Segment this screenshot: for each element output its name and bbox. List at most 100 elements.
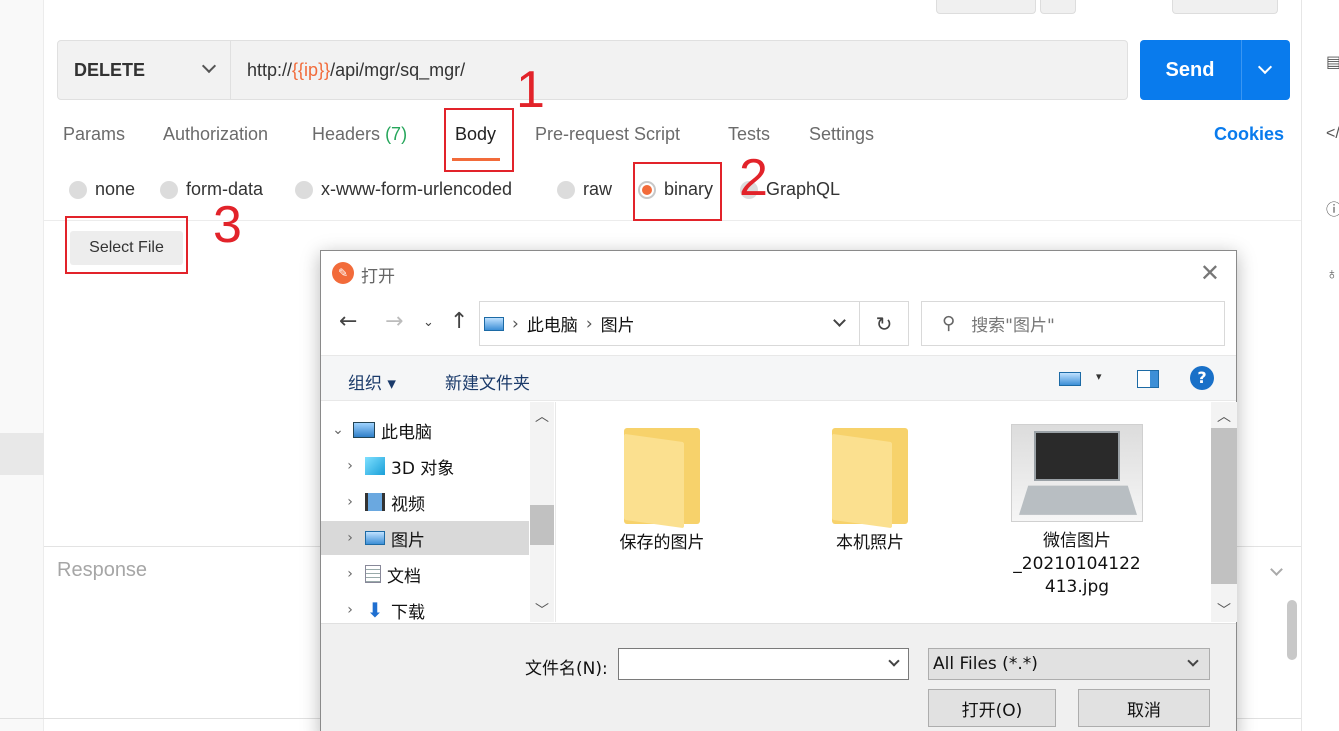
view-dropdown-icon[interactable]: ▾ bbox=[1096, 370, 1102, 383]
help-icon[interactable]: ? bbox=[1190, 366, 1214, 390]
tab-authorization[interactable]: Authorization bbox=[163, 124, 268, 145]
tree-item-pictures[interactable]: › 图片 bbox=[321, 521, 529, 555]
radio-none[interactable]: none bbox=[69, 179, 135, 200]
chevron-down-icon[interactable] bbox=[888, 655, 900, 667]
tree-item-documents[interactable]: › 文档 bbox=[321, 557, 529, 591]
search-input[interactable]: ⚲ 搜索"图片" bbox=[921, 301, 1225, 346]
tree-item-3d-objects[interactable]: › 3D 对象 bbox=[321, 449, 529, 483]
address-bar[interactable]: › 此电脑 › 图片 bbox=[479, 301, 909, 346]
open-button[interactable]: 打开(O) bbox=[928, 689, 1056, 727]
file-list: 保存的图片 本机照片 微信图片 _20210104122 413.jpg bbox=[557, 402, 1211, 622]
file-name-line-3: 413.jpg bbox=[1044, 577, 1110, 597]
refresh-icon[interactable]: ↻ bbox=[859, 301, 909, 346]
tree-item-this-pc[interactable]: ⌄ 此电脑 bbox=[321, 413, 529, 447]
top-toolbar-button[interactable] bbox=[936, 0, 1036, 14]
tree-label: 3D 对象 bbox=[391, 458, 455, 479]
close-icon[interactable]: ✕ bbox=[1200, 259, 1220, 287]
tree-label: 此电脑 bbox=[381, 422, 432, 443]
radio-raw[interactable]: raw bbox=[557, 179, 612, 200]
view-icon[interactable] bbox=[1059, 372, 1081, 386]
file-item-camera-roll[interactable]: 本机照片 bbox=[785, 402, 955, 555]
cookies-link[interactable]: Cookies bbox=[1214, 124, 1284, 145]
breadcrumb-pictures[interactable]: 图片 bbox=[601, 311, 635, 336]
send-divider bbox=[1241, 40, 1242, 100]
chevron-up-icon[interactable]: ︿ bbox=[535, 406, 549, 426]
cube-icon bbox=[365, 457, 385, 475]
up-arrow-icon[interactable]: ↑ bbox=[450, 309, 468, 334]
chevron-right-icon[interactable]: › bbox=[343, 530, 357, 546]
chevron-down-icon[interactable] bbox=[1257, 59, 1273, 75]
chevron-down-icon[interactable]: ⌄ bbox=[331, 422, 345, 438]
send-button[interactable]: Send bbox=[1140, 40, 1290, 100]
folder-icon bbox=[624, 428, 700, 529]
file-item-saved-pictures[interactable]: 保存的图片 bbox=[577, 402, 747, 555]
tab-headers-label: Headers bbox=[312, 124, 381, 144]
left-sidebar-selected-item[interactable] bbox=[0, 433, 44, 475]
method-label: DELETE bbox=[74, 59, 146, 80]
annotation-box-body bbox=[444, 108, 514, 172]
tab-tests[interactable]: Tests bbox=[728, 124, 770, 145]
chevron-down-icon[interactable] bbox=[1270, 563, 1283, 576]
top-toolbar-toggle[interactable] bbox=[1172, 0, 1278, 14]
dialog-footer: 文件名(N): All Files (*.*) 打开(O) 取消 bbox=[321, 623, 1236, 731]
chevron-up-icon[interactable]: ︿ bbox=[1217, 406, 1231, 426]
tab-params[interactable]: Params bbox=[63, 124, 125, 145]
file-list-scrollbar-thumb[interactable] bbox=[1211, 428, 1237, 584]
url-input[interactable]: http://{{ip}}/api/mgr/sq_mgr/ bbox=[231, 40, 1128, 100]
url-suffix: /api/mgr/sq_mgr/ bbox=[330, 59, 466, 80]
tree-scrollbar-thumb[interactable] bbox=[530, 505, 554, 545]
file-open-dialog: ✎ 打开 ✕ ← → ⌄ ↑ › 此电脑 › 图片 ↻ ⚲ 搜索"图片" 组织 … bbox=[320, 250, 1237, 731]
comment-icon[interactable]: ▤ bbox=[1326, 52, 1339, 72]
radio-label: raw bbox=[583, 179, 613, 199]
preview-pane-icon[interactable] bbox=[1137, 370, 1159, 388]
new-folder-button[interactable]: 新建文件夹 bbox=[445, 369, 530, 394]
tab-headers[interactable]: Headers (7) bbox=[312, 124, 407, 145]
method-select[interactable]: DELETE bbox=[57, 40, 231, 100]
tree-item-downloads[interactable]: › ⬇ 下载 bbox=[321, 593, 529, 627]
tree-item-videos[interactable]: › 视频 bbox=[321, 485, 529, 519]
tree-label: 图片 bbox=[391, 530, 425, 551]
file-type-select[interactable]: All Files (*.*) bbox=[928, 648, 1210, 680]
radio-label: GraphQL bbox=[766, 179, 841, 199]
annotation-number-2: 2 bbox=[739, 149, 768, 207]
lightbulb-icon[interactable]: ♁ bbox=[1326, 266, 1339, 286]
recent-dropdown-icon[interactable]: ⌄ bbox=[423, 315, 434, 330]
file-name: 保存的图片 bbox=[619, 533, 705, 553]
tab-pre-request-script[interactable]: Pre-request Script bbox=[535, 124, 680, 145]
file-name: 本机照片 bbox=[836, 533, 904, 553]
dialog-toolbar: 组织 ▾ 新建文件夹 ▾ ? bbox=[321, 355, 1236, 401]
response-title: Response bbox=[57, 559, 148, 581]
chevron-right-icon[interactable]: › bbox=[343, 602, 357, 618]
tree-scrollbar[interactable]: ︿ ﹀ bbox=[530, 402, 554, 622]
radio-form-data[interactable]: form-data bbox=[160, 179, 263, 200]
forward-arrow-icon[interactable]: → bbox=[385, 309, 403, 334]
cancel-button[interactable]: 取消 bbox=[1078, 689, 1210, 727]
search-placeholder: 搜索"图片" bbox=[971, 316, 1055, 336]
chevron-down-icon[interactable]: ﹀ bbox=[1217, 600, 1231, 620]
scrollbar-thumb[interactable] bbox=[1287, 600, 1297, 660]
info-icon[interactable]: ⓘ bbox=[1326, 196, 1339, 219]
chevron-right-icon[interactable]: › bbox=[343, 458, 357, 474]
code-icon[interactable]: </ bbox=[1326, 125, 1339, 145]
right-sidebar: ▤ </ ⓘ ♁ bbox=[1301, 0, 1339, 731]
chevron-down-icon bbox=[201, 58, 217, 74]
radio-x-www-form-urlencoded[interactable]: x-www-form-urlencoded bbox=[295, 179, 512, 200]
document-icon bbox=[365, 565, 381, 583]
chevron-down-icon[interactable]: ﹀ bbox=[535, 600, 549, 620]
annotation-box-binary bbox=[633, 162, 722, 221]
file-list-scrollbar[interactable]: ︿ ﹀ bbox=[1211, 402, 1237, 622]
chevron-right-icon[interactable]: › bbox=[343, 494, 357, 510]
chevron-right-icon[interactable]: › bbox=[343, 566, 357, 582]
tab-settings[interactable]: Settings bbox=[809, 124, 874, 145]
chevron-down-icon[interactable] bbox=[833, 314, 846, 327]
organize-menu[interactable]: 组织 ▾ bbox=[348, 369, 396, 394]
back-arrow-icon[interactable]: ← bbox=[339, 309, 357, 334]
pictures-icon bbox=[365, 531, 385, 545]
top-toolbar-button-2[interactable] bbox=[1040, 0, 1076, 14]
file-item-wechat-image[interactable]: 微信图片 _20210104122 413.jpg bbox=[992, 402, 1162, 599]
breadcrumb-this-pc[interactable]: 此电脑 bbox=[527, 311, 578, 336]
postman-logo-icon: ✎ bbox=[332, 262, 354, 284]
search-icon: ⚲ bbox=[942, 313, 956, 334]
filename-input[interactable] bbox=[618, 648, 909, 680]
annotation-box-select-file bbox=[65, 216, 188, 274]
